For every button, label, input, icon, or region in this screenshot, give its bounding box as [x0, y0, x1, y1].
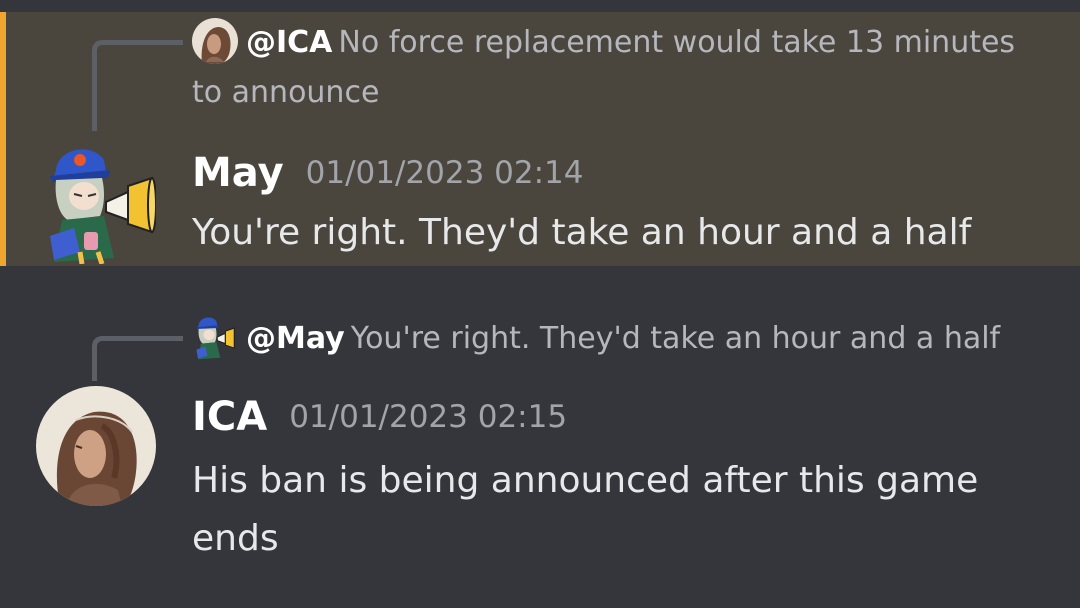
message-timestamp: 01/01/2023 02:14	[305, 155, 584, 191]
top-divider	[0, 0, 1080, 12]
message-may[interactable]: @ICA No force replacement would take 13 m…	[0, 12, 1080, 266]
author-label[interactable]: May	[192, 150, 284, 196]
author-name[interactable]: ICA 01/01/2023 02:15	[192, 394, 567, 440]
reply-connector	[92, 40, 183, 131]
reply-mention[interactable]: @May	[246, 321, 345, 356]
author-name[interactable]: May 01/01/2023 02:14	[192, 150, 584, 196]
reply-mention[interactable]: @ICA	[246, 25, 332, 60]
portrait-avatar-icon[interactable]	[36, 386, 156, 506]
author-label[interactable]: ICA	[192, 394, 267, 440]
message-content: His ban is being announced after this ga…	[192, 460, 979, 559]
message-ica[interactable]: @May You're right. They'd take an hour an…	[0, 266, 1080, 608]
message-content: You're right. They'd take an hour and a …	[192, 212, 972, 253]
reply-connector	[92, 336, 183, 381]
megaphone-character-avatar-icon[interactable]	[44, 140, 156, 264]
reply-reference[interactable]: @ICA No force replacement would take 13 m…	[192, 17, 1052, 118]
megaphone-character-avatar-icon	[192, 314, 238, 360]
reply-text: You're right. They'd take an hour and a …	[350, 321, 1001, 356]
portrait-avatar-icon	[192, 17, 238, 64]
reply-reference[interactable]: @May You're right. They'd take an hour an…	[192, 314, 1052, 364]
message-timestamp: 01/01/2023 02:15	[289, 399, 568, 435]
mention-accent-bar	[0, 12, 6, 266]
